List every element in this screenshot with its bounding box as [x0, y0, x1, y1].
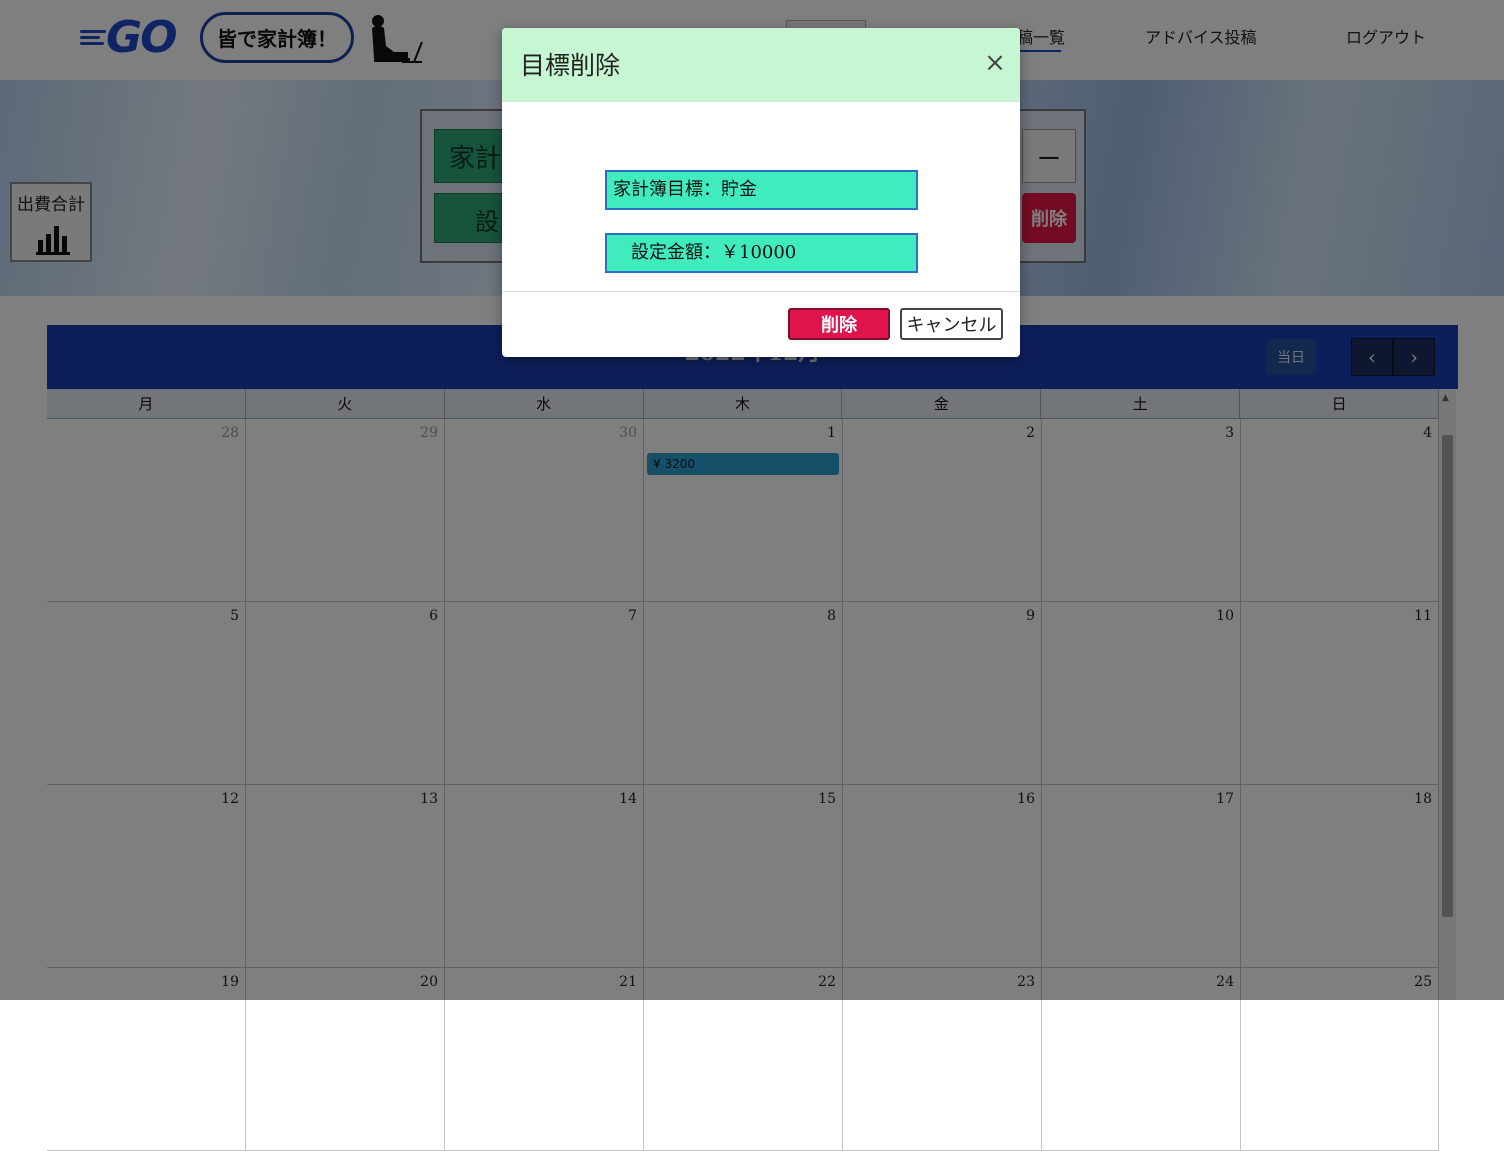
modal-divider — [502, 291, 1020, 292]
close-icon[interactable]: × — [982, 50, 1008, 76]
cancel-button[interactable]: キャンセル — [900, 308, 1003, 340]
modal-title: 目標削除 — [520, 51, 621, 80]
goal-amount-field: 設定金額：￥10000 — [605, 233, 918, 273]
goal-name-field: 家計簿目標：貯金 — [605, 170, 918, 210]
modal-header: 目標削除 × — [502, 28, 1020, 102]
goal-delete-modal: 目標削除 × 家計簿目標：貯金 設定金額：￥10000 削除 キャンセル — [502, 28, 1020, 357]
delete-button[interactable]: 削除 — [788, 308, 890, 340]
